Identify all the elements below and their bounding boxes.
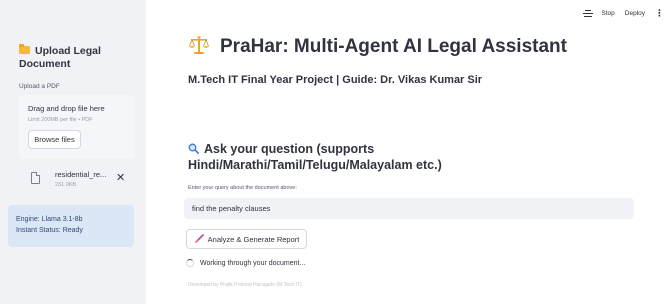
spinner-icon xyxy=(186,259,194,267)
close-icon[interactable]: ✕ xyxy=(116,173,125,184)
working-status: Working through your document... xyxy=(186,259,305,267)
search-icon xyxy=(188,142,199,154)
sidebar-title-text: Upload Legal Document xyxy=(19,45,101,70)
dropzone-limit: Limit 200MB per file • PDF xyxy=(28,117,93,123)
file-size: 231.0KB xyxy=(55,182,77,188)
uploaded-file: residential_re... 231.0KB ✕ xyxy=(19,166,135,196)
brush-icon xyxy=(194,234,204,244)
query-input[interactable] xyxy=(184,198,634,219)
app-toolbar: Stop Deploy ⋮ xyxy=(583,7,664,19)
sidebar-title: Upload Legal Document xyxy=(19,44,139,71)
analyze-generate-button[interactable]: Analyze & Generate Report xyxy=(186,229,307,249)
file-icon xyxy=(31,172,40,184)
engine-info: Engine: Llama 3.1-8b xyxy=(16,216,83,223)
browse-files-button[interactable]: Browse files xyxy=(28,130,81,149)
page-title: PraHar: Multi-Agent AI Legal Assistant xyxy=(188,32,567,58)
footer-credit: Developed by Pratik Pramod Harugade (M.T… xyxy=(188,282,302,288)
upload-label: Upload a PDF xyxy=(19,83,60,90)
running-man-icon xyxy=(583,9,594,17)
ask-heading: Ask your question (supports Hindi/Marath… xyxy=(188,141,588,173)
status-info-box: Engine: Llama 3.1-8b Instant Status: Rea… xyxy=(8,205,134,247)
dropzone-text: Drag and drop file here xyxy=(28,104,105,113)
stop-button[interactable]: Stop xyxy=(601,10,614,17)
scale-icon xyxy=(188,35,210,55)
query-input-label: Enter your query about the document abov… xyxy=(188,185,297,191)
analyze-button-label: Analyze & Generate Report xyxy=(207,234,300,244)
file-dropzone[interactable]: Drag and drop file here Limit 200MB per … xyxy=(19,95,135,159)
project-subtitle: M.Tech IT Final Year Project | Guide: Dr… xyxy=(188,74,483,86)
main-menu-icon[interactable]: ⋮ xyxy=(655,8,664,18)
status-info: Instant Status: Ready xyxy=(16,227,83,234)
file-name: residential_re... xyxy=(55,170,107,179)
ask-heading-text: Ask your question (supports Hindi/Marath… xyxy=(188,142,442,172)
page-title-text: PraHar: Multi-Agent AI Legal Assistant xyxy=(220,36,567,57)
deploy-button[interactable]: Deploy xyxy=(625,10,645,17)
working-text: Working through your document... xyxy=(200,259,306,267)
folder-icon xyxy=(19,44,30,54)
sidebar: Upload Legal Document Upload a PDF Drag … xyxy=(0,0,146,304)
